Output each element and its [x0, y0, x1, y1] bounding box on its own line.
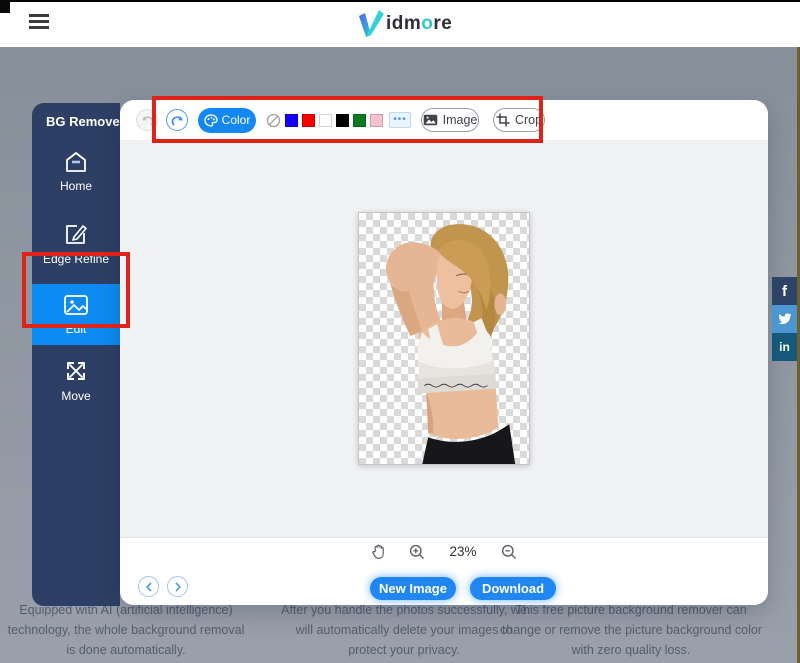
- zoom-statusbar: 23%: [120, 537, 768, 565]
- linkedin-share-button[interactable]: in: [772, 333, 797, 361]
- color-swatch-red[interactable]: [302, 114, 315, 127]
- zoom-in-icon: [409, 544, 425, 560]
- crop-button-label: Crop: [515, 113, 542, 127]
- next-button[interactable]: [167, 576, 188, 597]
- vidmore-v-icon: [355, 9, 385, 39]
- sidebar-title: BG Remover: [32, 103, 120, 129]
- edit-image-icon: [63, 294, 89, 316]
- redo-button[interactable]: [166, 109, 188, 131]
- sidebar-item-label: Edit: [66, 322, 87, 336]
- palette-icon: [204, 114, 218, 127]
- undo-icon: [141, 114, 154, 126]
- pan-hand-button[interactable]: [371, 544, 385, 559]
- home-icon: [64, 151, 88, 173]
- crop-button[interactable]: Crop: [493, 108, 545, 132]
- social-share-rail: f in: [772, 277, 797, 361]
- color-swatch-black[interactable]: [336, 114, 349, 127]
- zoom-out-icon: [501, 544, 517, 560]
- page: Equipped with AI (artificial intelligenc…: [0, 0, 800, 663]
- chevron-right-icon: [174, 582, 182, 592]
- panel-footer: New Image Download: [120, 565, 768, 605]
- image-background-button[interactable]: Image: [421, 108, 479, 132]
- new-image-button[interactable]: New Image: [370, 577, 456, 600]
- color-swatch-blue[interactable]: [285, 114, 298, 127]
- twitter-share-button[interactable]: [772, 305, 797, 333]
- zoom-level-value: 23%: [449, 544, 476, 559]
- move-icon: [64, 359, 88, 383]
- undo-button[interactable]: [136, 109, 158, 131]
- sidebar-item-label: Home: [60, 179, 92, 193]
- zoom-out-button[interactable]: [501, 544, 517, 560]
- more-colors-button[interactable]: •••: [389, 112, 411, 128]
- previous-button[interactable]: [138, 576, 159, 597]
- download-button[interactable]: Download: [470, 577, 556, 600]
- zoom-in-button[interactable]: [409, 544, 425, 560]
- facebook-icon: f: [782, 283, 787, 300]
- color-button[interactable]: Color: [198, 108, 256, 133]
- facebook-share-button[interactable]: f: [772, 277, 797, 305]
- sidebar-item-edit[interactable]: Edit: [32, 284, 120, 345]
- color-swatch-green[interactable]: [353, 114, 366, 127]
- sidebar-item-move[interactable]: Move: [32, 345, 120, 403]
- sidebar: BG Remover Home Edge Refine Edit: [32, 103, 120, 606]
- color-swatch-white[interactable]: [319, 114, 332, 127]
- image-button-label: Image: [443, 113, 478, 127]
- color-button-label: Color: [222, 113, 251, 127]
- hamburger-menu-icon[interactable]: [29, 14, 49, 30]
- sidebar-item-edge-refine[interactable]: Edge Refine: [32, 205, 120, 280]
- editor-toolbar: Color ••• Image: [120, 100, 768, 140]
- chevron-left-icon: [145, 582, 153, 592]
- feature-text-privacy: After you handle the photos successfully…: [278, 600, 530, 660]
- corner-artifact: [0, 0, 10, 13]
- color-swatch-pink[interactable]: [370, 114, 383, 127]
- sidebar-item-home[interactable]: Home: [32, 129, 120, 205]
- no-color-swatch[interactable]: [266, 113, 281, 128]
- editor-canvas[interactable]: [120, 140, 768, 537]
- cutout-photo-woman: [359, 213, 529, 464]
- sidebar-item-label: Move: [61, 389, 90, 403]
- linkedin-icon: in: [779, 340, 790, 354]
- crop-icon: [496, 113, 510, 127]
- redo-icon: [171, 114, 184, 126]
- sidebar-item-label: Edge Refine: [43, 252, 109, 266]
- feature-text-ai: Equipped with AI (artificial intelligenc…: [2, 600, 250, 660]
- hand-icon: [371, 544, 385, 559]
- edge-refine-icon: [64, 223, 88, 246]
- feature-text-quality: This free picture background remover can…: [495, 600, 767, 660]
- editor-panel: Color ••• Image: [120, 100, 768, 605]
- vidmore-logo[interactable]: idmore: [355, 8, 452, 40]
- transparent-image-preview[interactable]: [358, 212, 530, 465]
- twitter-bird-icon: [777, 313, 792, 326]
- top-black-line: [0, 0, 800, 2]
- top-header: idmore: [0, 0, 800, 47]
- logo-text: idmore: [386, 13, 452, 35]
- image-icon: [423, 114, 438, 126]
